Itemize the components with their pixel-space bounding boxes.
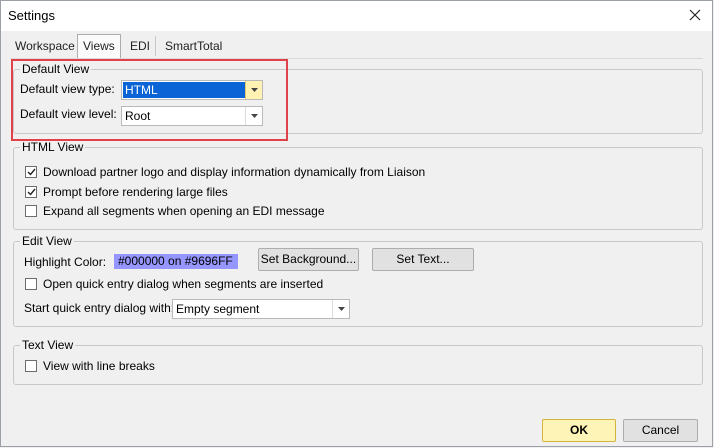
edit-view-group: Edit View Highlight Color: #000000 on #9… <box>13 234 703 327</box>
tab-smarttotal[interactable]: SmartTotal <box>160 36 227 56</box>
line-breaks-label: View with line breaks <box>43 359 155 373</box>
tab-edi[interactable]: EDI <box>125 36 157 56</box>
title-bar: Settings <box>1 1 712 31</box>
html-view-group: HTML View Download partner logo and disp… <box>13 140 703 230</box>
tab-divider <box>10 58 703 59</box>
set-background-button[interactable]: Set Background... <box>258 248 359 271</box>
checkbox-box[interactable] <box>25 205 37 217</box>
start-quick-entry-value: Empty segment <box>176 302 260 316</box>
start-quick-entry-label: Start quick entry dialog with: <box>24 301 175 315</box>
prompt-large-files-label: Prompt before rendering large files <box>43 185 228 199</box>
download-logo-checkbox[interactable]: Download partner logo and display inform… <box>25 165 425 179</box>
default-view-level-value: Root <box>125 109 151 123</box>
prompt-large-files-checkbox[interactable]: Prompt before rendering large files <box>25 185 228 199</box>
open-quick-entry-checkbox[interactable]: Open quick entry dialog when segments ar… <box>25 277 323 291</box>
default-view-type-value: HTML <box>123 82 245 98</box>
settings-dialog: Settings Workspace Views EDI SmartTotal … <box>0 0 713 447</box>
tab-workspace[interactable]: Workspace <box>10 36 81 56</box>
checkmark-icon <box>27 188 36 196</box>
chevron-down-icon[interactable] <box>332 300 349 318</box>
chevron-down-icon[interactable] <box>245 107 262 125</box>
dialog-title: Settings <box>8 8 55 23</box>
default-view-type-label: Default view type: <box>20 82 115 96</box>
highlight-color-label: Highlight Color: <box>24 255 107 269</box>
tab-views[interactable]: Views <box>77 34 121 58</box>
checkbox-box[interactable] <box>25 166 37 178</box>
default-view-group: Default View Default view type: HTML Def… <box>13 62 703 134</box>
text-view-legend: Text View <box>20 338 76 352</box>
checkbox-box[interactable] <box>25 360 37 372</box>
default-view-type-select[interactable]: HTML <box>121 80 263 100</box>
download-logo-label: Download partner logo and display inform… <box>43 165 426 179</box>
ok-button[interactable]: OK <box>542 419 616 442</box>
close-icon <box>689 9 701 21</box>
open-quick-entry-label: Open quick entry dialog when segments ar… <box>43 277 324 291</box>
edit-view-legend: Edit View <box>20 234 74 248</box>
html-view-legend: HTML View <box>20 140 86 154</box>
close-button[interactable] <box>684 5 706 25</box>
start-quick-entry-select[interactable]: Empty segment <box>172 299 350 319</box>
set-text-button[interactable]: Set Text... <box>372 248 474 271</box>
highlight-color-swatch: #000000 on #9696FF <box>114 254 238 269</box>
cancel-button[interactable]: Cancel <box>623 419 698 442</box>
checkbox-box[interactable] <box>25 186 37 198</box>
chevron-down-icon[interactable] <box>245 81 262 99</box>
checkmark-icon <box>27 168 36 176</box>
expand-segments-checkbox[interactable]: Expand all segments when opening an EDI … <box>25 204 325 218</box>
default-view-level-label: Default view level: <box>20 107 117 121</box>
default-view-legend: Default View <box>20 62 92 76</box>
checkbox-box[interactable] <box>25 278 37 290</box>
text-view-group: Text View View with line breaks <box>13 338 703 385</box>
line-breaks-checkbox[interactable]: View with line breaks <box>25 359 155 373</box>
expand-segments-label: Expand all segments when opening an EDI … <box>43 204 325 218</box>
default-view-level-select[interactable]: Root <box>121 106 263 126</box>
